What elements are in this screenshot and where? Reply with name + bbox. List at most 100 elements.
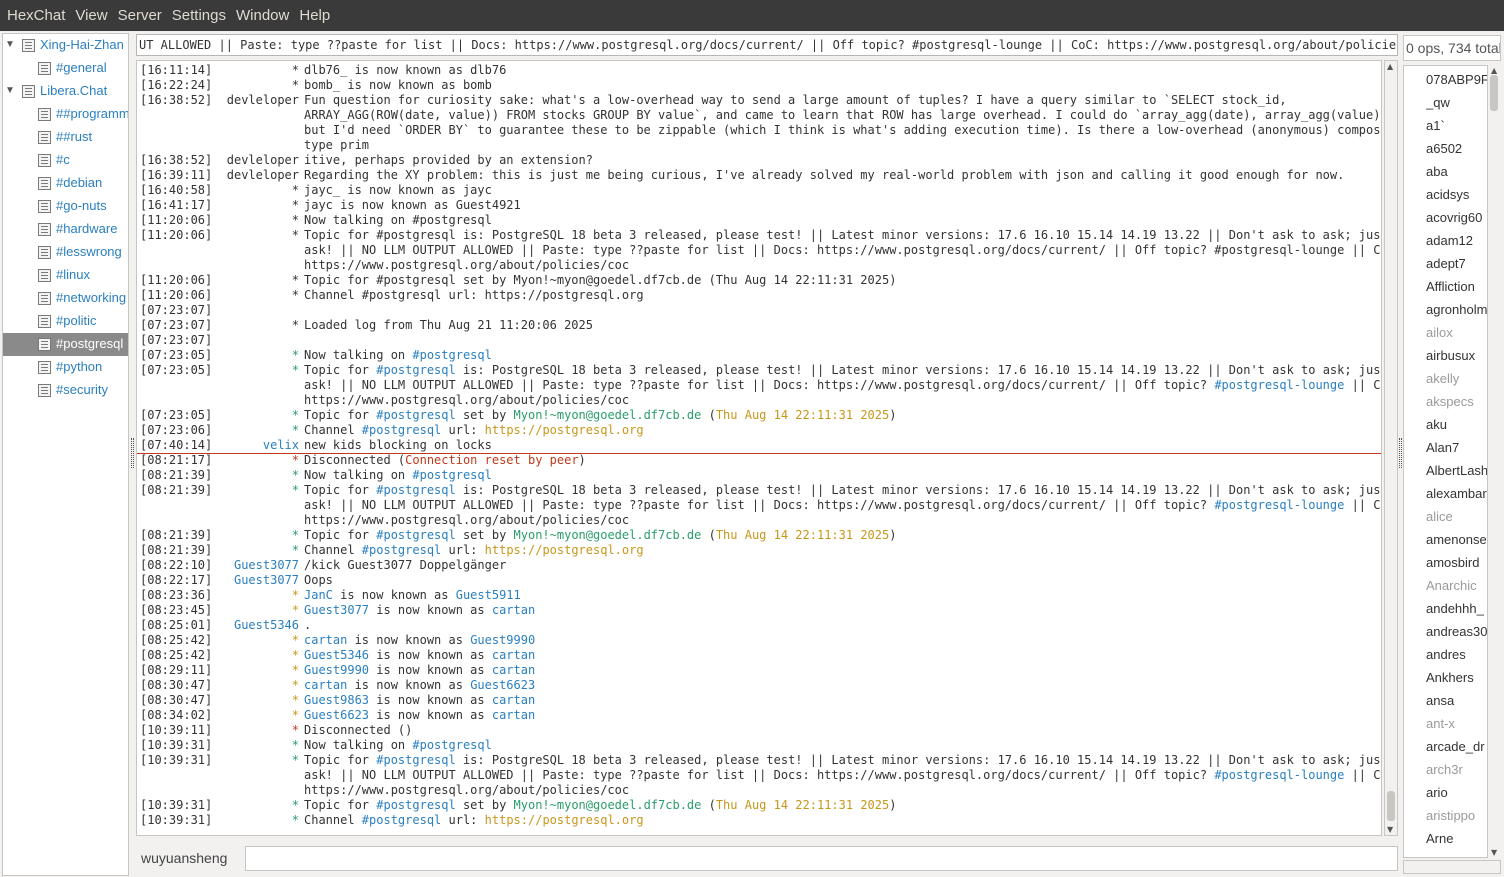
nick[interactable]: *	[197, 198, 299, 213]
menu-view[interactable]: View	[70, 0, 112, 31]
user-item[interactable]: a6502	[1426, 141, 1490, 156]
nick[interactable]: *	[197, 273, 299, 288]
user-item[interactable]: alice	[1426, 509, 1490, 524]
scroll-up-icon[interactable]: ▲	[1491, 66, 1497, 75]
topic-bar[interactable]: UT ALLOWED || Paste: type ??paste for li…	[136, 34, 1398, 56]
user-item[interactable]: andres	[1426, 647, 1490, 662]
nick[interactable]: *	[197, 423, 299, 438]
user-item[interactable]: aba	[1426, 164, 1490, 179]
user-item[interactable]: ant-x	[1426, 716, 1490, 731]
scroll-thumb[interactable]	[1490, 75, 1498, 111]
user-item[interactable]: amenonsen	[1426, 532, 1490, 547]
user-item[interactable]: amosbird	[1426, 555, 1490, 570]
nick[interactable]: *	[197, 528, 299, 543]
nick[interactable]: devleloper	[197, 153, 299, 168]
nick[interactable]: *	[197, 693, 299, 708]
nick[interactable]: *	[197, 408, 299, 423]
user-item[interactable]: acidsys	[1426, 187, 1490, 202]
nick[interactable]: *	[197, 678, 299, 693]
menu-server[interactable]: Server	[113, 0, 167, 31]
expand-arrow-icon[interactable]: ▼	[5, 85, 15, 96]
channel-item[interactable]: #lesswrong	[3, 241, 128, 264]
nick[interactable]: *	[197, 708, 299, 723]
channel-item[interactable]: #python	[3, 356, 128, 379]
user-item[interactable]: Arne	[1426, 831, 1490, 846]
user-item[interactable]: akspecs	[1426, 394, 1490, 409]
channel-item[interactable]: #politic	[3, 310, 128, 333]
menu-hexchat[interactable]: HexChat	[2, 0, 70, 31]
nick[interactable]: *	[197, 78, 299, 93]
user-item[interactable]: andreas30	[1426, 624, 1490, 639]
right-pane-grip[interactable]	[1399, 438, 1402, 468]
channel-item[interactable]: ##rust	[3, 126, 128, 149]
chat-log[interactable]: [16:11:14] * dlb76_ is now known as dlb76[…	[136, 60, 1382, 836]
nick[interactable]: *	[197, 363, 299, 378]
user-item[interactable]: acovrig60	[1426, 210, 1490, 225]
scroll-down-icon[interactable]: ▼	[1387, 825, 1393, 834]
nick[interactable]: *	[197, 738, 299, 753]
user-item[interactable]: airbusux	[1426, 348, 1490, 363]
nick[interactable]: *	[197, 603, 299, 618]
user-item[interactable]: andehhh_	[1426, 601, 1490, 616]
nick[interactable]: *	[197, 318, 299, 333]
user-item[interactable]: aristippo	[1426, 808, 1490, 823]
nick[interactable]: *	[197, 753, 299, 768]
nick[interactable]: *	[197, 798, 299, 813]
message-input[interactable]	[245, 846, 1398, 871]
nick[interactable]: *	[197, 633, 299, 648]
menu-settings[interactable]: Settings	[167, 0, 231, 31]
nick[interactable]: *	[197, 483, 299, 498]
nick[interactable]: *	[197, 183, 299, 198]
user-item[interactable]: a1`	[1426, 118, 1490, 133]
scroll-up-icon[interactable]: ▲	[1387, 62, 1393, 71]
user-item[interactable]: akelly	[1426, 371, 1490, 386]
nick[interactable]: *	[197, 228, 299, 243]
channel-item[interactable]: #postgresql	[3, 333, 128, 356]
user-item[interactable]: agronholm	[1426, 302, 1490, 317]
user-item[interactable]: adam12	[1426, 233, 1490, 248]
nick[interactable]: *	[197, 663, 299, 678]
user-item[interactable]: arcade_dr	[1426, 739, 1490, 754]
user-item[interactable]: Anarchic	[1426, 578, 1490, 593]
user-item[interactable]: Affliction	[1426, 279, 1490, 294]
chat-scrollbar[interactable]: ▲ ▼	[1384, 60, 1398, 836]
menu-window[interactable]: Window	[231, 0, 294, 31]
nick[interactable]: Guest3077	[197, 558, 299, 573]
channel-item[interactable]: #security	[3, 379, 128, 402]
scroll-down-icon[interactable]: ▼	[1491, 848, 1497, 857]
nick[interactable]: Guest5346	[197, 618, 299, 633]
expand-arrow-icon[interactable]: ▼	[5, 39, 15, 50]
nick[interactable]: *	[197, 348, 299, 363]
user-item[interactable]: aku	[1426, 417, 1490, 432]
left-pane-grip[interactable]	[131, 438, 134, 468]
nick[interactable]: *	[197, 588, 299, 603]
nick[interactable]: velix	[197, 438, 299, 453]
channel-item[interactable]: #debian	[3, 172, 128, 195]
channel-item[interactable]: #general	[3, 57, 128, 80]
user-item[interactable]: ailox	[1426, 325, 1490, 340]
nick[interactable]: *	[197, 723, 299, 738]
nick-button[interactable]: wuyuansheng	[141, 850, 227, 866]
channel-item[interactable]: #go-nuts	[3, 195, 128, 218]
server-item[interactable]: ▼ Libera.Chat	[3, 80, 128, 103]
menu-help[interactable]: Help	[294, 0, 335, 31]
user-item[interactable]: Ankhers	[1426, 670, 1490, 685]
user-item[interactable]: alexambar	[1426, 486, 1490, 501]
nick[interactable]: *	[197, 453, 299, 468]
nick[interactable]: devleloper	[197, 168, 299, 183]
nick[interactable]: *	[197, 468, 299, 483]
channel-item[interactable]: #linux	[3, 264, 128, 287]
channel-item[interactable]: ##programming	[3, 103, 128, 126]
nick[interactable]: *	[197, 648, 299, 663]
nick[interactable]: *	[197, 813, 299, 828]
channel-item[interactable]: #hardware	[3, 218, 128, 241]
nick[interactable]: *	[197, 63, 299, 78]
user-item[interactable]: ario	[1426, 785, 1490, 800]
channel-item[interactable]: #c	[3, 149, 128, 172]
user-item[interactable]: 078ABP9FY	[1426, 72, 1490, 87]
user-item[interactable]: _qw	[1426, 95, 1490, 110]
scroll-thumb[interactable]	[1387, 791, 1395, 821]
nick[interactable]: Guest3077	[197, 573, 299, 588]
user-item[interactable]: adept7	[1426, 256, 1490, 271]
nick[interactable]: *	[197, 213, 299, 228]
